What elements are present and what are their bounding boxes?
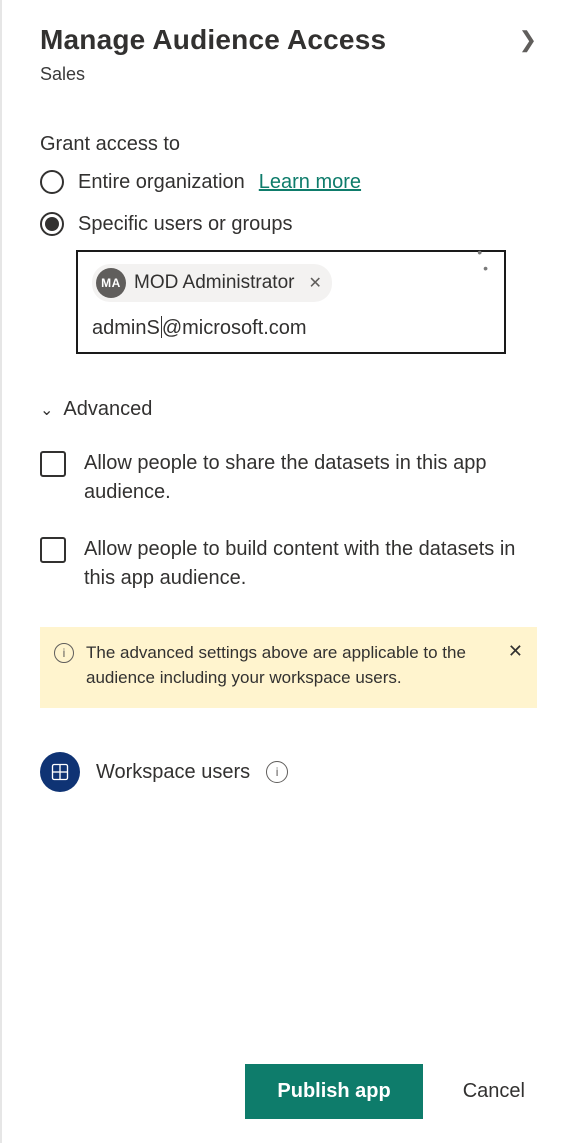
remove-chip-icon[interactable]: ✕ — [308, 273, 321, 293]
people-chip: MA MOD Administrator ✕ — [92, 264, 332, 302]
close-banner-icon[interactable]: ✕ — [508, 641, 523, 662]
workspace-info-icon[interactable]: i — [266, 761, 288, 783]
radio-row-entire-org[interactable]: Entire organization Learn more — [40, 170, 537, 194]
grant-access-section: Grant access to Entire organization Lear… — [40, 133, 537, 354]
radio-specific-users-label: Specific users or groups — [78, 213, 293, 236]
chevron-right-icon[interactable]: ❯ — [519, 27, 537, 53]
page-title: Manage Audience Access — [40, 24, 386, 56]
radio-entire-org[interactable] — [40, 170, 64, 194]
radio-specific-users[interactable] — [40, 212, 64, 236]
workspace-users-row: Workspace users i — [40, 752, 537, 792]
manage-audience-panel: Manage Audience Access ❯ Sales Grant acc… — [0, 0, 565, 1143]
checkbox-row-share: Allow people to share the datasets in th… — [40, 449, 537, 507]
checkbox-build-content[interactable] — [40, 537, 66, 563]
page-subtitle: Sales — [40, 64, 537, 85]
checkbox-row-build: Allow people to build content with the d… — [40, 535, 537, 593]
avatar-icon: MA — [96, 268, 126, 298]
learn-more-link[interactable]: Learn more — [259, 171, 361, 194]
checkbox-build-label: Allow people to build content with the d… — [84, 535, 537, 593]
panel-header: Manage Audience Access ❯ — [40, 24, 537, 56]
chip-label: MOD Administrator — [134, 272, 294, 294]
grant-access-heading: Grant access to — [40, 133, 537, 156]
workspace-users-label: Workspace users — [96, 761, 250, 784]
dots-icon: • • — [477, 244, 490, 276]
advanced-label: Advanced — [63, 398, 152, 421]
checkbox-share-datasets[interactable] — [40, 451, 66, 477]
info-icon: i — [54, 643, 74, 663]
radio-row-specific[interactable]: Specific users or groups — [40, 212, 537, 236]
chevron-down-icon: ⌄ — [40, 400, 53, 420]
people-picker[interactable]: MA MOD Administrator ✕ • • adminS@micros… — [76, 250, 506, 354]
cancel-button[interactable]: Cancel — [457, 1079, 531, 1104]
info-banner: i The advanced settings above are applic… — [40, 627, 537, 708]
advanced-disclosure[interactable]: ⌄ Advanced — [40, 398, 537, 421]
banner-text: The advanced settings above are applicab… — [86, 641, 492, 690]
footer: Publish app Cancel — [40, 1064, 537, 1119]
radio-entire-org-label: Entire organization — [78, 171, 245, 194]
picker-input[interactable]: adminS@microsoft.com — [92, 316, 307, 340]
publish-app-button[interactable]: Publish app — [245, 1064, 422, 1119]
workspace-icon — [40, 752, 80, 792]
checkbox-share-label: Allow people to share the datasets in th… — [84, 449, 537, 507]
